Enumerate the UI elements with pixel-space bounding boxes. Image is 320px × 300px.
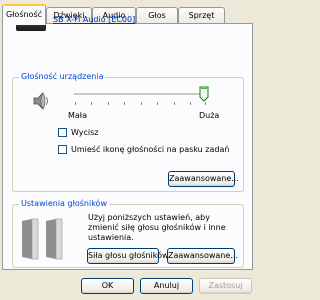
ok-button[interactable]: OK (81, 278, 134, 294)
speaker-icon (33, 92, 48, 110)
slider-tick (124, 102, 125, 105)
device-volume-title: Głośność urządzenia (19, 72, 106, 81)
slider-tick (205, 102, 206, 105)
speaker-volume-button[interactable]: Siła głosu głośników... (87, 248, 175, 264)
mute-checkbox-box[interactable] (58, 128, 67, 137)
volume-slider-track[interactable] (74, 93, 206, 96)
tray-icon-checkbox[interactable]: Umieść ikonę głośności na pasku zadań (58, 145, 229, 154)
tab-voice[interactable]: Głos (136, 7, 178, 23)
tab-volume[interactable]: Głośność (2, 4, 46, 25)
tab-hardware[interactable]: Sprzęt (178, 7, 225, 23)
slider-max-label: Duża (199, 111, 220, 120)
tray-icon-checkbox-box[interactable] (58, 145, 67, 154)
slider-tick (91, 102, 92, 105)
volume-slider-thumb[interactable] (199, 86, 209, 102)
slider-min-label: Mała (68, 111, 87, 120)
tray-icon-checkbox-label: Umieść ikonę głośności na pasku zadań (71, 145, 230, 154)
speaker-advanced-button[interactable]: Zaawansowane... (167, 248, 238, 264)
slider-tick (108, 102, 109, 105)
slider-tick (75, 102, 76, 105)
cancel-button[interactable]: Anuluj (140, 278, 193, 294)
slider-tick (141, 102, 142, 105)
slider-tick (174, 102, 175, 105)
slider-tick (190, 102, 191, 105)
mute-checkbox[interactable]: Wycisz (58, 128, 99, 137)
slider-tick (157, 102, 158, 105)
mute-checkbox-label: Wycisz (71, 128, 99, 137)
speaker-settings-description: Użyj poniższych ustawień, aby zmienić si… (88, 213, 226, 242)
device-name: SB X-Fi Audio [EC00] (53, 15, 136, 24)
speakers-icon (22, 218, 63, 260)
volume-advanced-button[interactable]: Zaawansowane... (168, 171, 239, 187)
speaker-settings-title: Ustawienia głośników (19, 199, 109, 208)
apply-button[interactable]: Zastosuj (199, 278, 252, 294)
